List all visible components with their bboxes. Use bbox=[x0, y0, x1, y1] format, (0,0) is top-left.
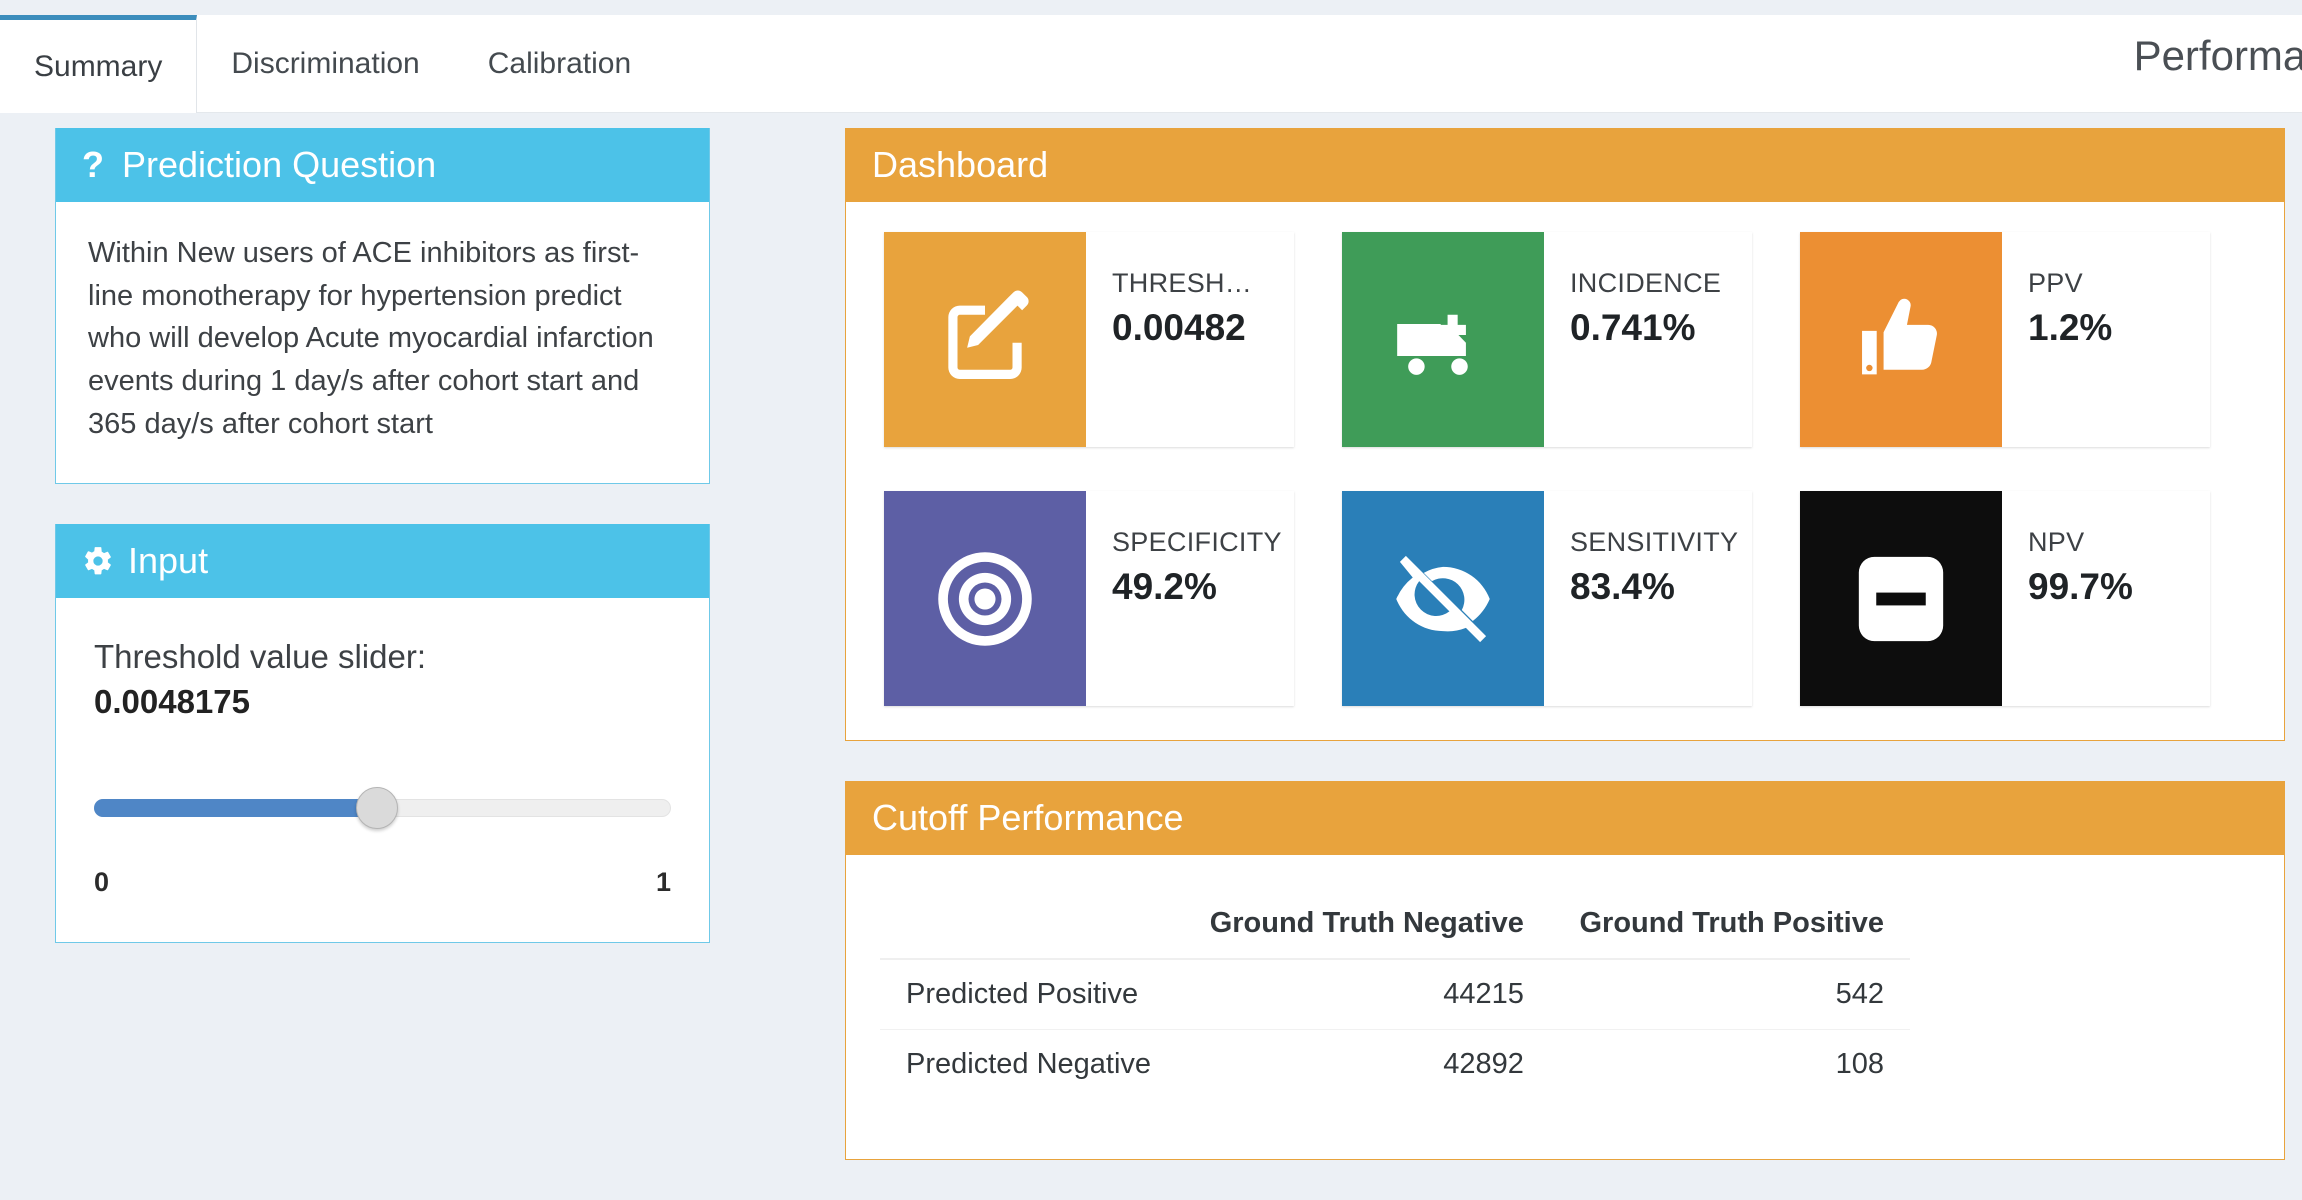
row-label: Predicted Negative bbox=[880, 1029, 1181, 1099]
cell-ground-truth-negative: 42892 bbox=[1180, 1029, 1550, 1099]
row-label: Predicted Positive bbox=[880, 958, 1181, 1030]
slider-thumb[interactable] bbox=[355, 787, 398, 830]
right-column: Dashboard THRESH… 0.00482 INCIDENCE 0.741% P… bbox=[845, 128, 2285, 1200]
prediction-question-panel: ? Prediction Question Within New users o… bbox=[55, 128, 710, 485]
dashboard-tile-meta: NPV 99.7% bbox=[2002, 491, 2210, 706]
input-title: Input bbox=[128, 540, 209, 582]
cutoff-performance-panel: Cutoff Performance Ground Truth Negative… bbox=[845, 781, 2285, 1160]
col-header-ground-truth-positive: Ground Truth Positive bbox=[1549, 889, 1910, 960]
bullseye-icon bbox=[884, 491, 1086, 706]
col-header-blank bbox=[880, 889, 1181, 960]
dashboard-tile-meta: INCIDENCE 0.741% bbox=[1544, 232, 1752, 447]
dashboard-tile: THRESH… 0.00482 bbox=[884, 232, 1294, 447]
prediction-question-title: Prediction Question bbox=[122, 144, 437, 185]
dashboard-header: Dashboard bbox=[846, 128, 2284, 202]
dashboard-tile-meta: THRESH… 0.00482 bbox=[1086, 232, 1294, 447]
dashboard-tile-value: 0.00482 bbox=[1112, 307, 1246, 348]
col-header-ground-truth-negative: Ground Truth Negative bbox=[1180, 889, 1550, 960]
dashboard-tile-label: INCIDENCE bbox=[1570, 268, 1722, 298]
prediction-question-header: ? Prediction Question bbox=[56, 128, 709, 202]
dashboard-tile-value: 99.7% bbox=[2028, 566, 2133, 607]
slider-min-label: 0 bbox=[94, 867, 110, 898]
dashboard-tile-value: 0.741% bbox=[1570, 307, 1696, 348]
cutoff-performance-body: Ground Truth Negative Ground Truth Posit… bbox=[846, 855, 2284, 1159]
prediction-question-body: Within New users of ACE inhibitors as fi… bbox=[56, 202, 709, 483]
main-content: ? Prediction Question Within New users o… bbox=[0, 113, 2302, 1174]
dashboard-tile-label: PPV bbox=[2028, 268, 2083, 298]
cell-ground-truth-negative: 44215 bbox=[1180, 958, 1550, 1030]
threshold-slider-value: 0.0048175 bbox=[94, 683, 250, 721]
tab-discrimination[interactable]: Discrimination bbox=[197, 15, 453, 113]
tab-calibration-label: Calibration bbox=[487, 47, 632, 80]
left-column: ? Prediction Question Within New users o… bbox=[55, 128, 710, 983]
tab-summary-label: Summary bbox=[34, 49, 163, 83]
table-row: Predicted Negative 42892 108 bbox=[880, 1029, 1910, 1099]
table-head: Ground Truth Negative Ground Truth Posit… bbox=[880, 889, 1910, 960]
cell-ground-truth-positive: 108 bbox=[1549, 1029, 1910, 1099]
dashboard-tile-label: SPECIFICITY bbox=[1112, 527, 1282, 557]
tab-calibration[interactable]: Calibration bbox=[454, 15, 665, 113]
page-title: Performance bbox=[2133, 32, 2302, 79]
dashboard-tile: SENSITIVITY 83.4% bbox=[1342, 491, 1752, 706]
slider-range-labels: 0 1 bbox=[94, 867, 671, 898]
tab-summary[interactable]: Summary bbox=[0, 15, 198, 113]
dashboard-tile-value: 83.4% bbox=[1570, 566, 1675, 607]
cutoff-performance-table: Ground Truth Negative Ground Truth Posit… bbox=[880, 889, 1910, 1099]
threshold-slider-label: Threshold value slider: bbox=[94, 638, 426, 676]
dashboard-tile-label: SENSITIVITY bbox=[1570, 527, 1739, 557]
dashboard-tile-meta: SPECIFICITY 49.2% bbox=[1086, 491, 1294, 706]
thumbs-up-icon bbox=[1800, 232, 2002, 447]
input-body: Threshold value slider: 0.0048175 0 1 bbox=[56, 598, 709, 942]
tab-strip: Summary Discrimination Calibration Perfo… bbox=[0, 0, 2302, 113]
dashboard-tile-label: THRESH… bbox=[1112, 268, 1253, 298]
dashboard-title: Dashboard bbox=[872, 144, 1049, 185]
cell-ground-truth-positive: 542 bbox=[1549, 958, 1910, 1030]
prediction-question-text: Within New users of ACE inhibitors as fi… bbox=[88, 237, 654, 440]
dashboard-tiles: THRESH… 0.00482 INCIDENCE 0.741% PPV 1.2% SPEC… bbox=[846, 202, 2284, 740]
dashboard-tile: PPV 1.2% bbox=[1800, 232, 2210, 447]
dashboard-tile: INCIDENCE 0.741% bbox=[1342, 232, 1752, 447]
tab-discrimination-label: Discrimination bbox=[231, 47, 420, 80]
dashboard-panel: Dashboard THRESH… 0.00482 INCIDENCE 0.741% P… bbox=[845, 128, 2285, 741]
ambulance-icon bbox=[1342, 232, 1544, 447]
input-panel: Input Threshold value slider: 0.0048175 … bbox=[55, 524, 710, 944]
dashboard-tile-meta: SENSITIVITY 83.4% bbox=[1544, 491, 1752, 706]
cutoff-performance-header: Cutoff Performance bbox=[846, 781, 2284, 855]
slider-fill bbox=[94, 799, 377, 818]
dashboard-tile-meta: PPV 1.2% bbox=[2002, 232, 2210, 447]
cutoff-performance-title: Cutoff Performance bbox=[872, 797, 1184, 838]
dashboard-tile-value: 1.2% bbox=[2028, 307, 2113, 348]
input-header: Input bbox=[56, 524, 709, 599]
eye-slash-icon bbox=[1342, 491, 1544, 706]
question-mark-icon: ? bbox=[82, 147, 108, 183]
gear-icon bbox=[82, 545, 114, 577]
table-row: Predicted Positive 44215 542 bbox=[880, 958, 1910, 1030]
edit-pencil-icon bbox=[884, 232, 1086, 447]
dashboard-tile: SPECIFICITY 49.2% bbox=[884, 491, 1294, 706]
dashboard-tile-value: 49.2% bbox=[1112, 566, 1217, 607]
slider-max-label: 1 bbox=[655, 867, 671, 898]
dashboard-tile-label: NPV bbox=[2028, 527, 2085, 557]
tab-list: Summary Discrimination Calibration bbox=[0, 15, 665, 113]
minus-square-icon bbox=[1800, 491, 2002, 706]
svg-text:?: ? bbox=[82, 147, 104, 183]
threshold-slider[interactable] bbox=[94, 787, 671, 830]
table-body: Predicted Positive 44215 542 Predicted Nega… bbox=[880, 958, 1910, 1099]
table-header-row: Ground Truth Negative Ground Truth Posit… bbox=[880, 889, 1910, 960]
dashboard-tile: NPV 99.7% bbox=[1800, 491, 2210, 706]
